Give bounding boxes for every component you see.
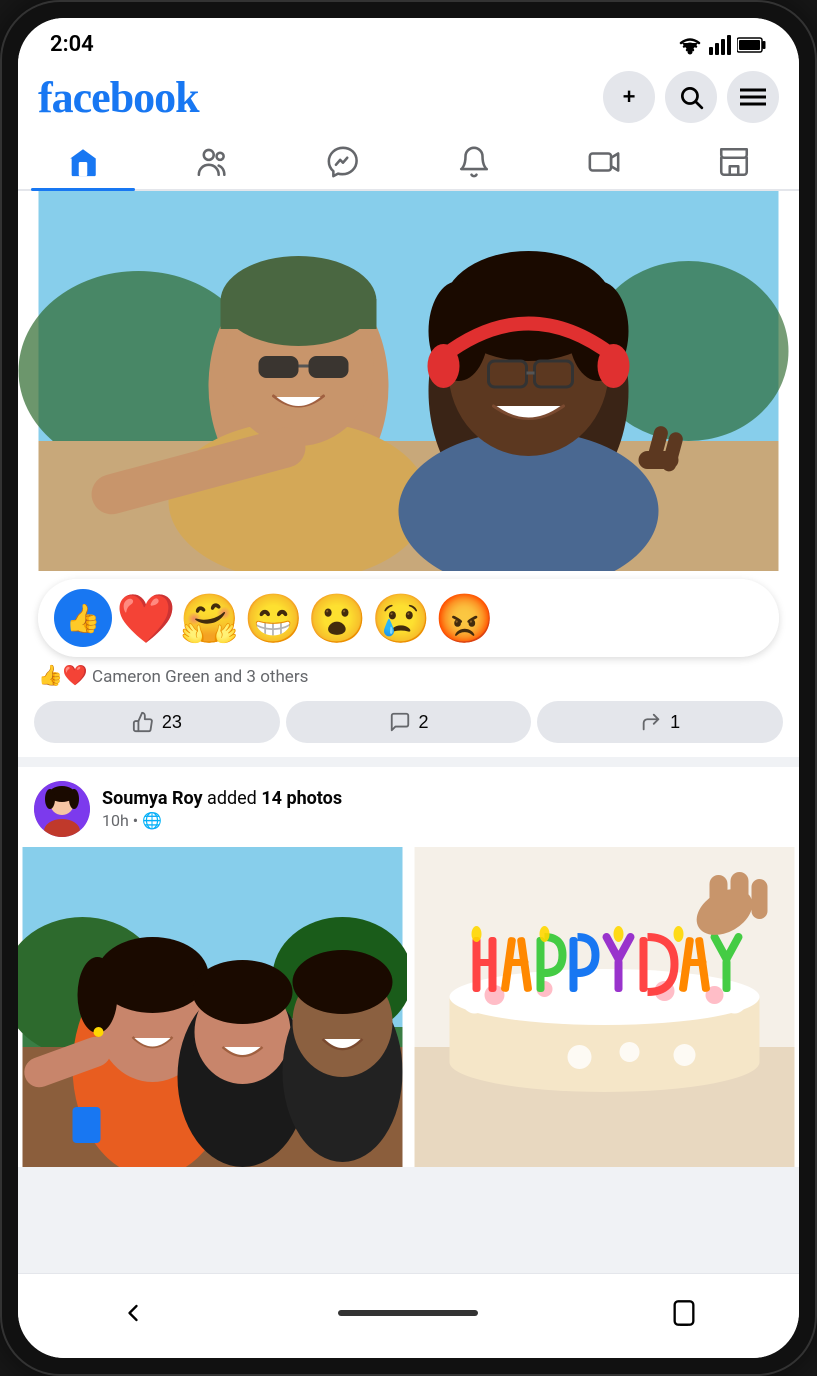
signal-icon bbox=[709, 35, 731, 55]
photo-cell-2[interactable] bbox=[410, 847, 799, 1167]
like-count: 23 bbox=[162, 712, 182, 733]
post-2-header: Soumya Roy added 14 photos 10h • 🌐 bbox=[18, 767, 799, 847]
like-button[interactable]: 23 bbox=[34, 701, 280, 743]
photo-grid bbox=[18, 847, 799, 1167]
nav-tabs bbox=[18, 133, 799, 191]
reaction-love[interactable]: ❤️ bbox=[116, 590, 176, 647]
post-2-avatar[interactable] bbox=[34, 781, 90, 837]
feed: 👍 ❤️ 🤗 😁 😮 😢 😡 👍❤️ Cam bbox=[18, 191, 799, 1273]
search-icon bbox=[678, 84, 704, 110]
home-indicator[interactable] bbox=[338, 1310, 478, 1316]
messenger-icon bbox=[326, 145, 360, 179]
search-button[interactable] bbox=[665, 71, 717, 123]
back-button[interactable] bbox=[108, 1288, 158, 1338]
post-2-author: Soumya Roy added 14 photos bbox=[102, 788, 783, 809]
photo-cake-image bbox=[410, 847, 799, 1167]
tab-friends[interactable] bbox=[148, 133, 278, 189]
reaction-wow[interactable]: 😮 bbox=[307, 590, 367, 647]
avatar-image bbox=[34, 781, 90, 837]
feed-padding bbox=[18, 1177, 799, 1197]
reaction-bar: 👍 ❤️ 🤗 😁 😮 😢 😡 bbox=[38, 579, 779, 657]
back-icon bbox=[119, 1299, 147, 1327]
post-1-content: 👍 ❤️ 🤗 😁 😮 😢 😡 bbox=[18, 191, 799, 657]
reaction-bar-wrapper: 👍 ❤️ 🤗 😁 😮 😢 😡 bbox=[18, 571, 799, 657]
post-2-meta: Soumya Roy added 14 photos 10h • 🌐 bbox=[102, 788, 783, 830]
thumbs-up-icon bbox=[132, 711, 154, 733]
reaction-like[interactable]: 👍 bbox=[54, 589, 112, 647]
rotate-icon bbox=[670, 1299, 698, 1327]
comment-icon bbox=[389, 711, 411, 733]
tab-video[interactable] bbox=[539, 133, 669, 189]
tab-messenger[interactable] bbox=[278, 133, 408, 189]
photo-cell-1[interactable] bbox=[18, 847, 407, 1167]
reaction-hug[interactable]: 🤗 bbox=[180, 590, 240, 647]
post-1: 👍 ❤️ 🤗 😁 😮 😢 😡 👍❤️ Cam bbox=[18, 191, 799, 757]
photo-selfie-image bbox=[18, 847, 407, 1167]
post-1-actions: 23 2 1 bbox=[18, 691, 799, 757]
status-icons bbox=[677, 35, 767, 55]
app-header: facebook + bbox=[18, 63, 799, 133]
post-1-image bbox=[18, 191, 799, 571]
battery-icon bbox=[737, 36, 767, 54]
status-time: 2:04 bbox=[50, 32, 94, 57]
post-1-image-container bbox=[18, 191, 799, 571]
share-count: 1 bbox=[670, 712, 680, 733]
add-button[interactable]: + bbox=[603, 71, 655, 123]
tab-marketplace[interactable] bbox=[669, 133, 799, 189]
wifi-icon bbox=[677, 35, 703, 55]
rotate-button[interactable] bbox=[659, 1288, 709, 1338]
comment-count: 2 bbox=[419, 712, 429, 733]
bottom-bar bbox=[18, 1273, 799, 1358]
status-bar: 2:04 bbox=[18, 18, 799, 63]
tab-home[interactable] bbox=[18, 133, 148, 189]
reaction-angry[interactable]: 😡 bbox=[435, 590, 495, 647]
phone-frame: 2:04 bbox=[0, 0, 817, 1376]
post-2-time: 10h • 🌐 bbox=[102, 811, 783, 830]
share-icon bbox=[640, 711, 662, 733]
facebook-logo: facebook bbox=[38, 72, 199, 123]
reaction-sad[interactable]: 😢 bbox=[371, 590, 431, 647]
friends-icon bbox=[196, 145, 230, 179]
menu-button[interactable] bbox=[727, 71, 779, 123]
comment-button[interactable]: 2 bbox=[286, 701, 532, 743]
bell-icon bbox=[457, 145, 491, 179]
header-actions: + bbox=[603, 71, 779, 123]
post-2: Soumya Roy added 14 photos 10h • 🌐 bbox=[18, 767, 799, 1167]
home-icon bbox=[66, 145, 100, 179]
reaction-haha[interactable]: 😁 bbox=[244, 590, 304, 647]
video-icon bbox=[587, 145, 621, 179]
phone-screen: 2:04 bbox=[18, 18, 799, 1358]
store-icon bbox=[717, 145, 751, 179]
menu-icon bbox=[740, 87, 766, 107]
share-button[interactable]: 1 bbox=[537, 701, 783, 743]
reactors-text: 👍❤️ Cameron Green and 3 others bbox=[18, 657, 799, 691]
tab-notifications[interactable] bbox=[409, 133, 539, 189]
